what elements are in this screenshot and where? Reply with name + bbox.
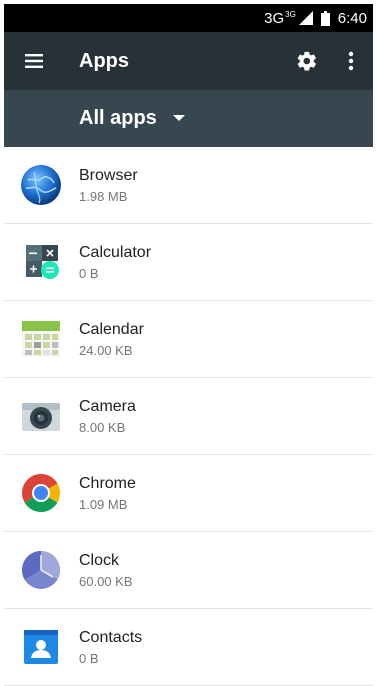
clock-time: 6:40	[337, 9, 367, 27]
battery-icon	[320, 10, 330, 26]
app-name: Contacts	[79, 628, 143, 646]
gear-icon	[297, 51, 316, 71]
app-size: 0 B	[79, 265, 99, 281]
app-size: 8.00 KB	[79, 419, 126, 435]
more-vert-icon	[348, 51, 354, 71]
app-row-browser[interactable]: Browser 1.98 MB	[4, 147, 373, 224]
calculator-icon	[26, 245, 59, 279]
menu-button[interactable]	[4, 32, 64, 90]
hamburger-icon	[25, 54, 43, 68]
app-size: 24.00 KB	[79, 342, 133, 358]
dropdown-arrow-icon	[172, 115, 185, 121]
app-name: Calculator	[79, 243, 152, 261]
app-toolbar: Apps	[4, 32, 373, 90]
browser-icon	[21, 165, 61, 205]
app-name: Camera	[79, 397, 136, 415]
page-title: Apps	[79, 49, 129, 72]
app-name: Browser	[79, 166, 138, 184]
camera-icon	[22, 403, 60, 431]
app-size: 60.00 KB	[79, 573, 133, 589]
network-type: 3G	[264, 9, 285, 27]
app-size: 0 B	[79, 650, 99, 666]
app-list: Browser 1.98 MB Calculator 0 B Calendar …	[4, 147, 373, 686]
clock-icon	[22, 551, 60, 589]
network-sup: 3G	[285, 9, 296, 19]
chrome-icon	[22, 474, 60, 512]
filter-bar: All apps	[4, 90, 373, 147]
app-size: 1.98 MB	[79, 188, 128, 204]
network-indicator: 3G3G	[264, 10, 313, 27]
app-row-clock[interactable]: Clock 60.00 KB	[4, 532, 373, 609]
calendar-icon	[22, 321, 60, 357]
app-row-chrome[interactable]: Chrome 1.09 MB	[4, 455, 373, 532]
filter-dropdown[interactable]: All apps	[79, 107, 185, 130]
app-name: Clock	[79, 551, 120, 569]
app-row-calculator[interactable]: Calculator 0 B	[4, 224, 373, 301]
overflow-menu-button[interactable]	[329, 32, 373, 90]
contacts-icon	[24, 630, 58, 664]
status-bar: 3G3G 6:40	[4, 4, 373, 32]
app-name: Calendar	[79, 320, 144, 338]
filter-label: All apps	[79, 107, 157, 129]
app-row-calendar[interactable]: Calendar 24.00 KB	[4, 301, 373, 378]
app-row-camera[interactable]: Camera 8.00 KB	[4, 378, 373, 455]
app-name: Chrome	[79, 474, 136, 492]
app-size: 1.09 MB	[79, 496, 128, 512]
signal-icon	[298, 11, 313, 25]
app-row-contacts[interactable]: Contacts 0 B	[4, 609, 373, 686]
settings-button[interactable]	[285, 32, 329, 90]
